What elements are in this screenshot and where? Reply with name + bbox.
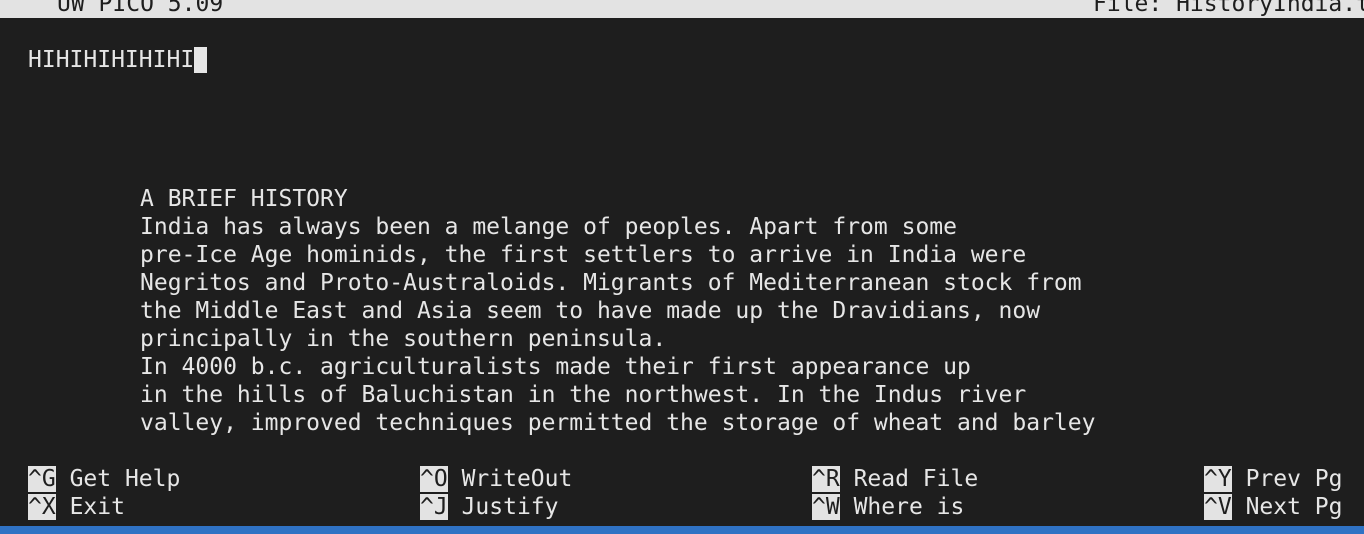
editor-line: valley, improved techniques permitted th… — [140, 410, 1096, 436]
shortcut-key: ^R — [812, 466, 840, 492]
shortcut-next-page[interactable]: ^V Next Pg — [1204, 493, 1343, 521]
shortcut-key: ^J — [420, 494, 448, 520]
shortcut-where-is[interactable]: ^W Where is — [812, 493, 964, 521]
text-cursor — [194, 47, 208, 73]
shortcut-prev-page[interactable]: ^Y Prev Pg — [1204, 465, 1343, 493]
shortcut-label: Next Pg — [1245, 494, 1343, 520]
shortcut-key: ^G — [28, 466, 56, 492]
shortcut-writeout[interactable]: ^O WriteOut — [420, 465, 572, 493]
shortcut-label: Exit — [69, 494, 125, 520]
shortcut-exit[interactable]: ^X Exit — [28, 493, 125, 521]
shortcut-label: Where is — [853, 494, 965, 520]
shortcut-key: ^X — [28, 494, 56, 520]
editor-line: In 4000 b.c. agriculturalists made their… — [140, 354, 971, 380]
shortcut-key: ^W — [812, 494, 840, 520]
editor-line: Negritos and Proto-Australoids. Migrants… — [140, 270, 1082, 296]
shortcut-label: Read File — [853, 466, 979, 492]
shortcut-key: ^O — [420, 466, 448, 492]
editor-line: pre-Ice Age hominids, the first settlers… — [140, 242, 1027, 268]
editor-first-line[interactable]: HIHIHIHIHIHI — [28, 46, 208, 74]
shortcut-key: ^V — [1204, 494, 1232, 520]
editor-line: India has always been a melange of peopl… — [140, 214, 957, 240]
file-name-label: File: HistoryIndia.t — [1093, 0, 1364, 17]
editor-line: A BRIEF HISTORY — [140, 186, 348, 212]
title-bar: UW PICO 5.09 File: HistoryIndia.t — [0, 0, 1364, 18]
shortcut-key: ^Y — [1204, 466, 1232, 492]
editor-text-area[interactable]: A BRIEF HISTORY India has always been a … — [140, 185, 1095, 437]
shortcut-get-help[interactable]: ^G Get Help — [28, 465, 180, 493]
editor-line: in the hills of Baluchistan in the north… — [140, 382, 1027, 408]
editor-first-line-text: HIHIHIHIHIHI — [28, 47, 195, 73]
editor-line: the Middle East and Asia seem to have ma… — [140, 298, 1041, 324]
shortcut-justify[interactable]: ^J Justify — [420, 493, 559, 521]
status-bar — [0, 526, 1364, 534]
shortcut-read-file[interactable]: ^R Read File — [812, 465, 978, 493]
shortcut-label: Prev Pg — [1245, 466, 1343, 492]
editor-line: principally in the southern peninsula. — [140, 326, 667, 352]
app-name: UW PICO 5.09 — [57, 0, 224, 17]
shortcut-label: Justify — [461, 494, 559, 520]
shortcut-label: Get Help — [69, 466, 181, 492]
shortcut-label: WriteOut — [461, 466, 573, 492]
